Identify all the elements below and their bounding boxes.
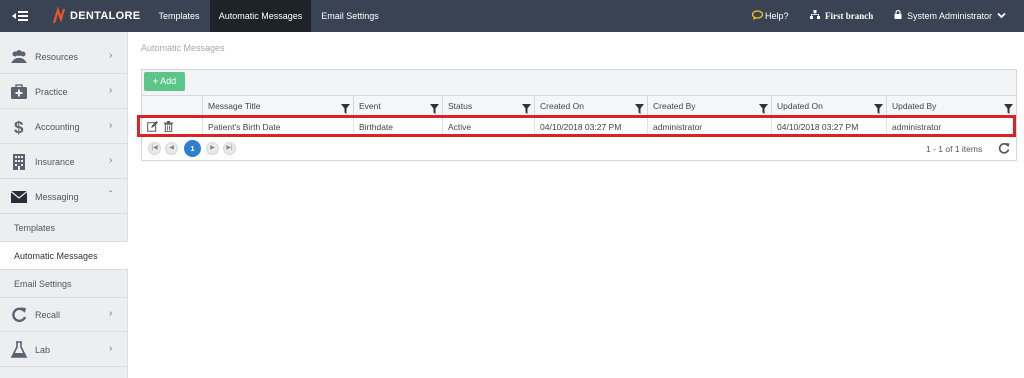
column-header-label: Created On (540, 101, 584, 111)
sidebar-item-lab[interactable]: Lab › (0, 333, 128, 367)
chevron-down-icon (997, 11, 1006, 21)
column-header-status[interactable]: Status (442, 96, 534, 117)
sidebar-item-insurance[interactable]: Insurance › (0, 145, 128, 179)
pager: |◀ ◀ 1 ▶ ▶| 1 - 1 of 1 items (142, 137, 1016, 160)
sidebar-subitem-automatic-messages[interactable]: Automatic Messages (0, 242, 128, 270)
items-count: 1 - 1 of 1 items (926, 144, 983, 154)
add-button[interactable]: + Add (144, 72, 185, 91)
column-header-label: Event (359, 101, 381, 111)
user-name: System Administrator (907, 10, 993, 21)
tab-email-settings[interactable]: Email Settings (311, 0, 389, 32)
add-button-label: Add (160, 76, 177, 86)
help-label: Help? (765, 11, 789, 21)
user-menu[interactable]: System Administrator (894, 9, 1006, 21)
cell-event: Birthdate (353, 117, 442, 137)
sidebar-item-recall[interactable]: Recall › (0, 298, 128, 332)
filter-icon[interactable] (759, 101, 768, 114)
table-row[interactable]: Patient's Birth Date Birthdate Active 04… (142, 117, 1016, 137)
filter-icon[interactable] (635, 101, 644, 114)
column-header-updated-on[interactable]: Updated On (771, 96, 886, 117)
svg-text:$: $ (14, 118, 24, 136)
flask-icon (10, 341, 28, 359)
tab-templates[interactable]: Templates (148, 0, 210, 32)
sitemap-icon (810, 10, 820, 21)
filter-icon[interactable] (341, 101, 350, 114)
logo-icon (52, 6, 66, 25)
grid-header: Message Title Event Status Created On Cr… (142, 96, 1016, 117)
column-header-message-title[interactable]: Message Title (202, 96, 353, 117)
sidebar: Resources › Practice › $ Accounting › In… (0, 32, 128, 378)
medical-kit-icon (10, 83, 28, 101)
column-header-created-by[interactable]: Created By (647, 96, 771, 117)
cell-status: Active (442, 117, 534, 137)
top-navbar: DENTALORE Templates Automatic Messages E… (0, 0, 1024, 32)
page-title: Automatic Messages (141, 43, 225, 53)
last-page-button[interactable]: ▶| (223, 142, 236, 155)
building-icon (10, 153, 28, 171)
tab-automatic-messages[interactable]: Automatic Messages (210, 0, 311, 32)
sidebar-item-label: Messaging (35, 192, 79, 202)
sidebar-subitem-email-settings[interactable]: Email Settings (0, 270, 128, 298)
column-header-event[interactable]: Event (353, 96, 442, 117)
chevron-right-icon: › (109, 308, 113, 319)
column-header-label: Status (448, 101, 473, 111)
cell-updated-on: 04/10/2018 03:27 PM (771, 117, 886, 137)
column-header-label: Updated On (777, 101, 823, 111)
chevron-right-icon: › (109, 50, 113, 61)
filter-icon[interactable] (430, 101, 439, 114)
envelope-icon (10, 188, 28, 206)
filter-icon[interactable] (522, 101, 531, 114)
dollar-icon: $ (10, 118, 28, 137)
chevron-right-icon: › (109, 343, 113, 354)
brand-name: DENTALORE (70, 10, 141, 22)
sidebar-item-accounting[interactable]: $ Accounting › (0, 110, 128, 144)
sidebar-item-label: Lab (35, 345, 51, 355)
cell-created-on: 04/10/2018 03:27 PM (534, 117, 647, 137)
cell-updated-by: administrator (886, 117, 1016, 137)
sidebar-item-resources[interactable]: Resources › (0, 40, 128, 74)
cell-created-by: administrator (647, 117, 771, 137)
delete-icon[interactable] (164, 121, 173, 134)
branch-selector[interactable]: First branch (810, 10, 873, 21)
refresh-icon (10, 306, 28, 324)
filter-icon[interactable] (874, 101, 883, 114)
sidebar-item-label: Recall (35, 310, 61, 320)
messages-grid: + Add Message Title Event Status Created… (141, 69, 1017, 161)
lock-icon (894, 9, 902, 21)
first-page-button[interactable]: |◀ (148, 142, 161, 155)
plus-icon: + (152, 76, 159, 86)
sidebar-item-messaging[interactable]: Messaging ˇ (0, 180, 128, 214)
column-header-label: Updated By (892, 101, 937, 111)
chevron-right-icon: › (109, 85, 113, 96)
menu-toggle-icon[interactable] (12, 9, 28, 23)
prev-page-button[interactable]: ◀ (165, 142, 178, 155)
chevron-right-icon: › (109, 120, 113, 131)
grid-toolbar: + Add (142, 70, 1016, 96)
sidebar-item-practice[interactable]: Practice › (0, 75, 128, 109)
sidebar-item-label: Practice (35, 87, 68, 97)
row-actions (147, 121, 173, 134)
branch-label: First branch (825, 10, 874, 21)
sidebar-item-label: Resources (35, 52, 79, 62)
refresh-icon[interactable] (998, 142, 1010, 154)
users-icon (10, 48, 28, 66)
sidebar-subitem-templates[interactable]: Templates (0, 214, 128, 242)
edit-icon[interactable] (147, 121, 158, 134)
column-header-label: Message Title (208, 101, 261, 111)
sidebar-item-label: Insurance (35, 157, 75, 167)
column-header-label: Created By (653, 101, 696, 111)
chevron-down-icon: ˇ (109, 190, 113, 201)
filter-icon[interactable] (1004, 101, 1013, 114)
page-number-button[interactable]: 1 (184, 140, 201, 157)
help-link[interactable]: Help? (751, 10, 789, 22)
column-header-updated-by[interactable]: Updated By (886, 96, 1016, 117)
chevron-right-icon: › (109, 155, 113, 166)
chat-bubble-icon (751, 10, 764, 22)
next-page-button[interactable]: ▶ (206, 142, 219, 155)
sidebar-item-label: Accounting (35, 122, 80, 132)
cell-message-title: Patient's Birth Date (202, 117, 353, 137)
column-header-created-on[interactable]: Created On (534, 96, 647, 117)
